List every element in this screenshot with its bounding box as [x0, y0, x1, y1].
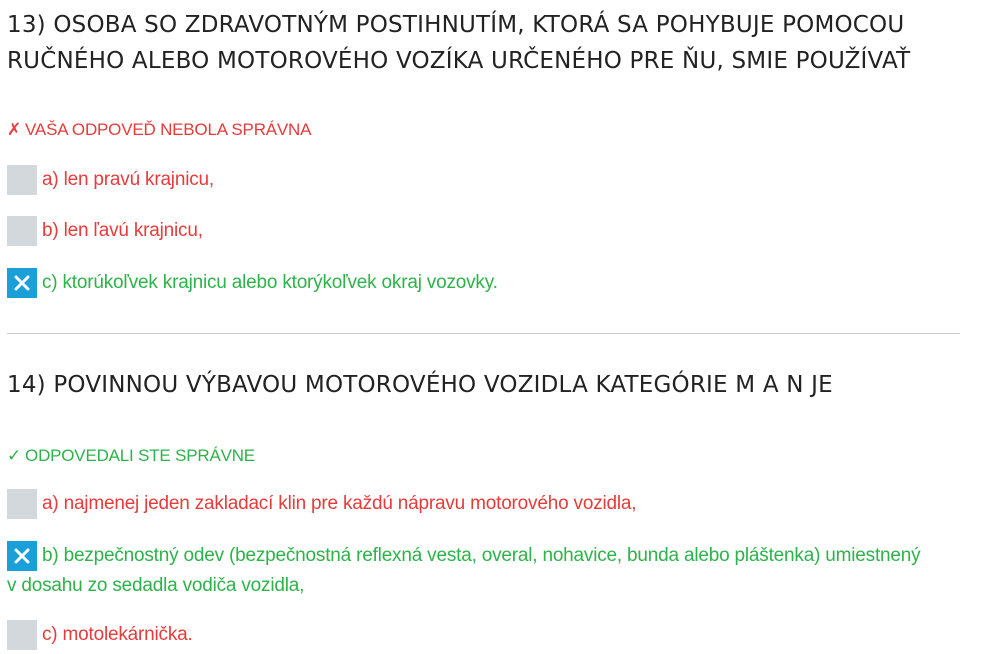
question-divider	[7, 333, 960, 334]
answer-option[interactable]: b) len ľavú krajnicu,	[7, 216, 930, 246]
cross-mark-icon: ✗	[7, 120, 22, 139]
answer-option[interactable]: b) bezpečnostný odev (bezpečnostná refle…	[7, 541, 930, 601]
answer-option[interactable]: c) ktorúkoľvek krajnicu alebo ktorýkoľve…	[7, 268, 930, 298]
answer-option[interactable]: a) len pravú krajnicu,	[7, 165, 930, 195]
answer-status-wrong: ✗ VAŠA ODPOVEĎ NEBOLA SPRÁVNA	[7, 120, 311, 140]
answer-text: c) ktorúkoľvek krajnicu alebo ktorýkoľve…	[42, 272, 498, 293]
answer-text: b) bezpečnostný odev (bezpečnostná refle…	[7, 545, 921, 596]
answer-text: b) len ľavú krajnicu,	[42, 220, 203, 241]
answer-text: c) motolekárnička.	[42, 624, 193, 645]
checked-checkbox[interactable]	[7, 268, 37, 298]
question-14: 14) POVINNOU VÝBAVOU MOTOROVÉHO VOZIDLA …	[7, 367, 966, 403]
answer-text: a) najmenej jeden zakladací klin pre kaž…	[42, 493, 637, 514]
close-icon	[14, 548, 30, 564]
question-title: 13) OSOBA SO ZDRAVOTNÝM POSTIHNUTÍM, KTO…	[7, 12, 911, 74]
unchecked-checkbox[interactable]	[7, 216, 37, 246]
status-text: ODPOVEDALI STE SPRÁVNE	[25, 446, 255, 465]
question-13: 13) OSOBA SO ZDRAVOTNÝM POSTIHNUTÍM, KTO…	[7, 7, 966, 79]
check-mark-icon: ✓	[7, 446, 22, 465]
question-title: 14) POVINNOU VÝBAVOU MOTOROVÉHO VOZIDLA …	[7, 372, 833, 398]
answer-status-correct: ✓ ODPOVEDALI STE SPRÁVNE	[7, 446, 255, 466]
answer-option[interactable]: a) najmenej jeden zakladací klin pre kaž…	[7, 489, 930, 519]
unchecked-checkbox[interactable]	[7, 489, 37, 519]
checked-checkbox[interactable]	[7, 541, 37, 571]
unchecked-checkbox[interactable]	[7, 620, 37, 650]
status-text: VAŠA ODPOVEĎ NEBOLA SPRÁVNA	[25, 120, 312, 139]
answer-text: a) len pravú krajnicu,	[42, 169, 214, 190]
answer-option[interactable]: c) motolekárnička.	[7, 620, 930, 650]
unchecked-checkbox[interactable]	[7, 165, 37, 195]
close-icon	[14, 275, 30, 291]
